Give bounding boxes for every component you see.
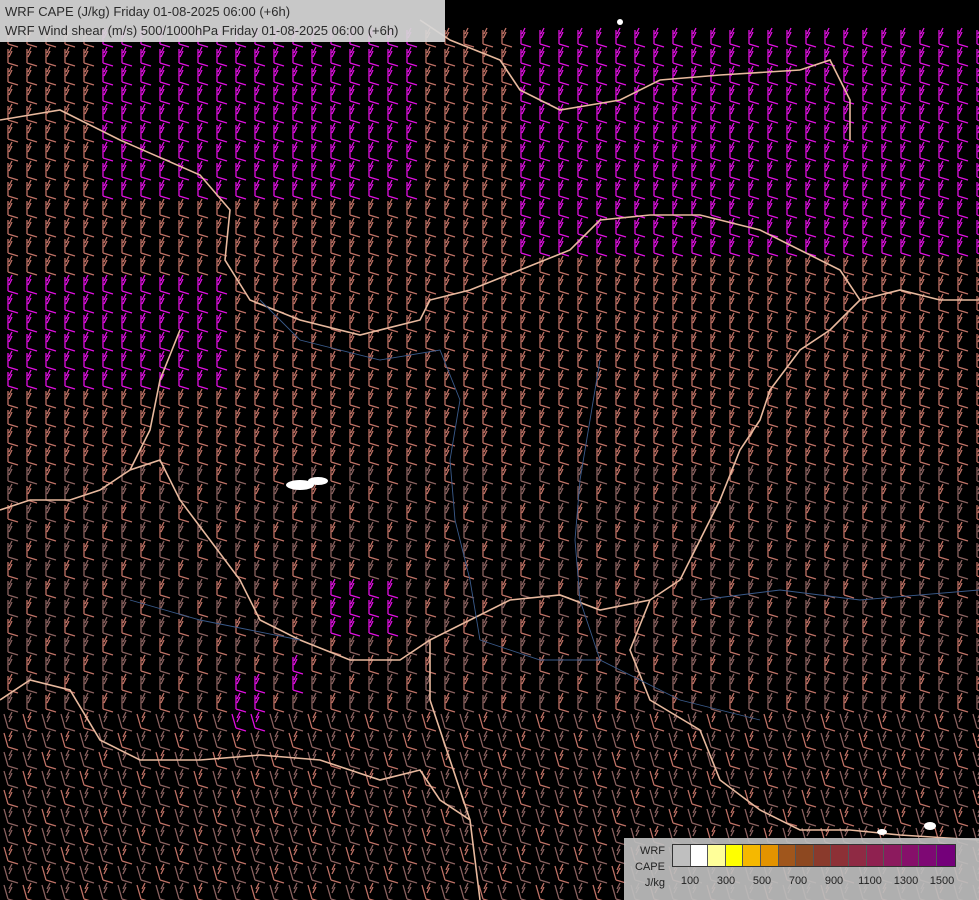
legend-variable-label: CAPE — [635, 861, 665, 873]
legend-swatch — [673, 845, 691, 866]
legend-tick-label: 900 — [824, 875, 844, 887]
legend-swatch — [708, 845, 726, 866]
legend-tick-label: 300 — [716, 875, 736, 887]
legend-unit-label: J/kg — [644, 877, 665, 889]
legend-tick-label: 100 — [680, 875, 700, 887]
cape-patch — [924, 822, 936, 830]
legend-swatch — [936, 845, 955, 866]
legend-tick-label: 700 — [788, 875, 808, 887]
legend-swatch — [901, 845, 920, 866]
weather-map — [0, 0, 979, 900]
legend-swatch — [919, 845, 937, 866]
legend-swatch — [813, 845, 832, 866]
legend-color-scale — [672, 844, 956, 867]
legend-swatch — [760, 845, 779, 866]
cape-patch — [308, 477, 328, 485]
legend-tick-label: 1100 — [858, 875, 882, 887]
legend-swatch — [884, 845, 902, 866]
legend-swatch — [778, 845, 797, 866]
legend-model-label: WRF — [639, 845, 665, 857]
legend-swatch — [725, 845, 744, 866]
legend-swatch — [690, 845, 709, 866]
map-title: WRF CAPE (J/kg) Friday 01-08-2025 06:00 … — [5, 4, 291, 19]
title-box: WRF CAPE (J/kg) Friday 01-08-2025 06:00 … — [0, 0, 445, 42]
legend-tick-label: 500 — [752, 875, 772, 887]
legend-tick-label: 1500 — [929, 875, 955, 887]
legend-swatch — [866, 845, 885, 866]
legend-swatch — [796, 845, 814, 866]
legend-swatch — [848, 845, 867, 866]
map-subtitle: WRF Wind shear (m/s) 500/1000hPa Friday … — [5, 23, 399, 38]
legend-tick-label: 1300 — [893, 875, 919, 887]
legend-swatch — [743, 845, 761, 866]
legend-swatch — [831, 845, 849, 866]
cape-legend: WRF CAPE J/kg 100 300 500 700 900 1100 1300 150… — [624, 838, 979, 900]
cape-patch — [877, 829, 887, 835]
cape-patch — [617, 19, 623, 25]
